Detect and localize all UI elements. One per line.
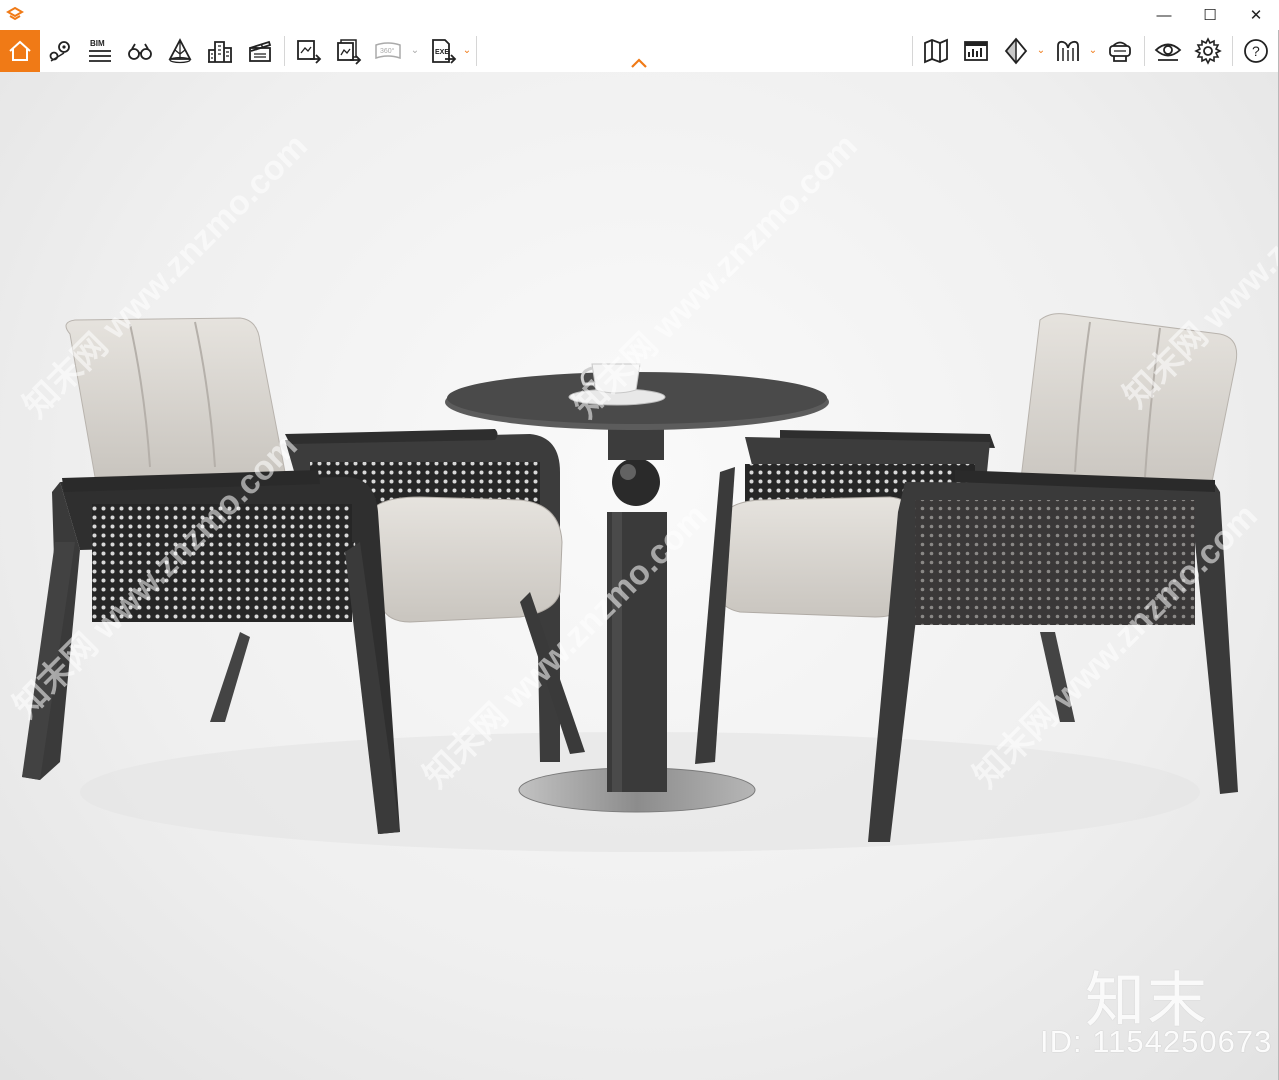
export-exe-button[interactable]: EXE — [424, 32, 460, 70]
home-icon — [9, 40, 31, 61]
export-exe-dropdown[interactable]: ⌄ — [462, 44, 472, 58]
binoculars-icon — [128, 43, 152, 60]
animation-button[interactable] — [242, 32, 278, 70]
export-360-icon: 360° — [375, 42, 401, 60]
export-image-button[interactable] — [290, 32, 326, 70]
buildings-icon — [208, 41, 232, 63]
bim-button[interactable]: BIM — [82, 32, 118, 70]
close-button[interactable]: ✕ — [1233, 0, 1279, 30]
settings-button[interactable] — [1190, 32, 1226, 70]
export-batch-button[interactable] — [330, 32, 366, 70]
export-360-button[interactable]: 360° — [370, 32, 406, 70]
terrain-icon — [168, 38, 192, 64]
materials-icon — [1057, 40, 1079, 61]
home-button[interactable] — [0, 30, 40, 72]
export-360-dropdown[interactable]: ⌄ — [410, 44, 420, 58]
toolbar-separator — [912, 36, 913, 66]
toolbar-separator — [284, 36, 285, 66]
svg-text:EXE: EXE — [435, 49, 449, 56]
export-image-icon — [297, 40, 322, 64]
gear-icon — [1194, 37, 1222, 65]
minimize-button[interactable]: — — [1141, 0, 1187, 30]
toolbar-separator — [1144, 36, 1145, 66]
vr-headset-icon — [1109, 41, 1131, 62]
section-diamond-icon — [1004, 37, 1028, 65]
help-button[interactable]: ? — [1238, 32, 1274, 70]
export-exe-icon: EXE — [432, 39, 457, 64]
minimize-icon: — — [1156, 6, 1172, 24]
panel-button[interactable] — [958, 32, 994, 70]
map-pin-icon — [49, 41, 70, 62]
maximize-icon: ☐ — [1203, 7, 1217, 24]
location-button[interactable] — [42, 32, 78, 70]
section-dropdown[interactable]: ⌄ — [1036, 44, 1046, 58]
vr-button[interactable] — [1102, 32, 1138, 70]
buildings-button[interactable] — [202, 32, 238, 70]
clapperboard-icon — [249, 40, 272, 62]
svg-text:360°: 360° — [380, 47, 395, 55]
map-button[interactable] — [918, 32, 954, 70]
terrain-button[interactable] — [162, 32, 198, 70]
chevron-up-icon — [631, 58, 647, 68]
svg-text:?: ? — [1252, 43, 1260, 59]
maximize-button[interactable]: ☐ — [1187, 0, 1233, 30]
svg-text:BIM: BIM — [90, 39, 105, 48]
view-button[interactable] — [1150, 32, 1186, 70]
toolbar-separator — [476, 36, 477, 66]
bim-layers-icon: BIM — [89, 39, 111, 62]
toolbar-separator — [1232, 36, 1233, 66]
close-icon: ✕ — [1249, 7, 1263, 24]
panel-chart-icon — [964, 41, 988, 61]
3d-viewport[interactable]: 知末网 www.znzmo.com 知末网 www.znzmo.com 知末网 … — [0, 72, 1279, 1080]
help-circle-icon: ? — [1244, 39, 1268, 63]
export-batch-icon — [337, 39, 362, 65]
materials-dropdown[interactable]: ⌄ — [1088, 44, 1098, 58]
app-logo-icon — [6, 6, 24, 21]
binoculars-button[interactable] — [122, 32, 158, 70]
collapse-toolbar-button[interactable] — [629, 56, 649, 70]
id-watermark: ID: 1154250673 — [1040, 1024, 1273, 1059]
title-bar: — ☐ ✕ — [0, 0, 1279, 30]
section-button[interactable] — [998, 32, 1034, 70]
materials-button[interactable] — [1050, 32, 1086, 70]
eye-icon — [1154, 43, 1182, 61]
folded-map-icon — [924, 38, 948, 64]
